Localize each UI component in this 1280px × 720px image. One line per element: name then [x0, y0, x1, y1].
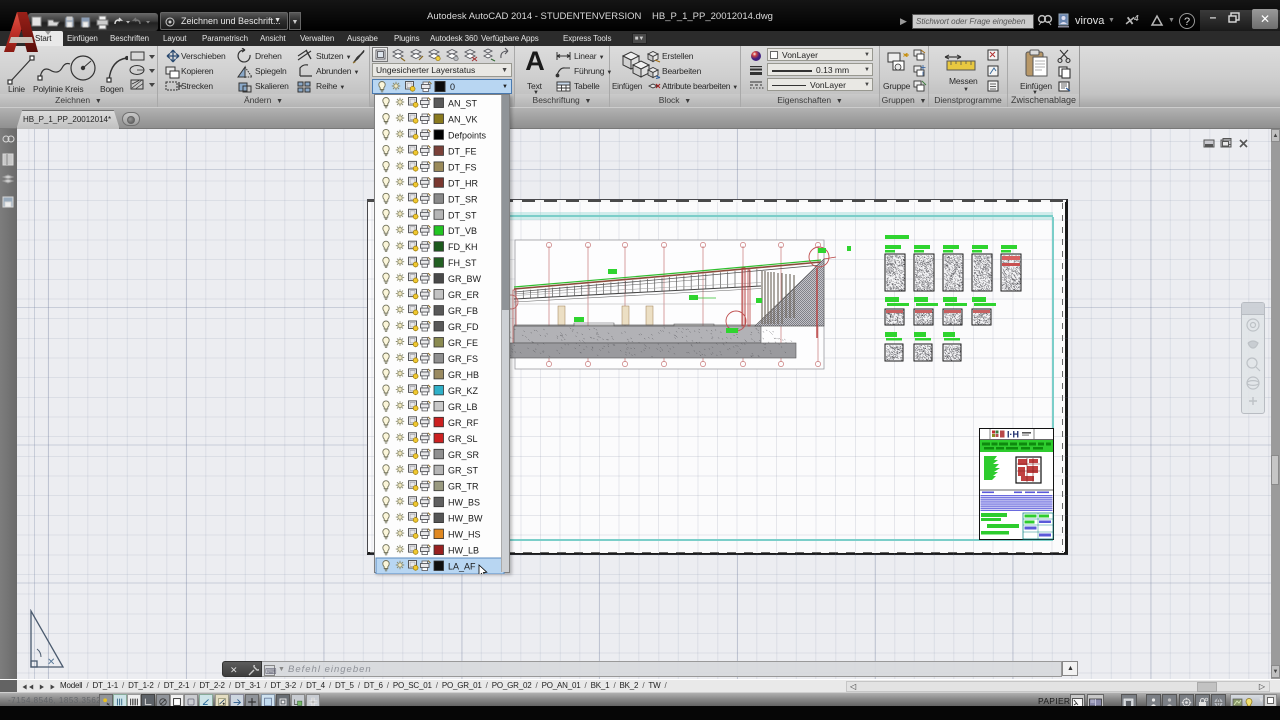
svg-text:GR_TR: GR_TR	[448, 482, 479, 492]
svg-text:DT_FS: DT_FS	[448, 162, 477, 172]
svg-text:GR_SR: GR_SR	[448, 450, 480, 460]
svg-text:GR_ER: GR_ER	[448, 290, 480, 300]
svg-text:GR_HB: GR_HB	[448, 370, 479, 380]
svg-text:GR_RF: GR_RF	[448, 418, 479, 428]
svg-text:GR_FD: GR_FD	[448, 322, 479, 332]
svg-text:GR_KZ: GR_KZ	[448, 386, 479, 396]
svg-text:HW_HS: HW_HS	[448, 530, 481, 540]
svg-text:HW_BW: HW_BW	[448, 514, 483, 524]
svg-text:FH_ST: FH_ST	[448, 258, 477, 268]
svg-text:GR_BW: GR_BW	[448, 274, 482, 284]
svg-text:✕: ✕	[47, 657, 55, 668]
svg-text:AN_VK: AN_VK	[448, 115, 478, 125]
svg-text:DT_VB: DT_VB	[448, 226, 477, 236]
svg-text:0: 0	[450, 82, 455, 92]
svg-text:DT_FE: DT_FE	[448, 146, 477, 156]
svg-text:GR_FB: GR_FB	[448, 306, 478, 316]
svg-text:DT_SR: DT_SR	[448, 194, 478, 204]
svg-text:LA_AF: LA_AF	[448, 562, 476, 572]
svg-text:AN_ST: AN_ST	[448, 99, 478, 109]
svg-text:?: ?	[1184, 16, 1190, 28]
svg-text:FD_KH: FD_KH	[448, 242, 478, 252]
svg-text:HW_LB: HW_LB	[448, 546, 479, 556]
svg-text:DT_HR: DT_HR	[448, 178, 479, 188]
svg-text:HW_BS: HW_BS	[448, 498, 480, 508]
svg-text:DT_ST: DT_ST	[448, 210, 477, 220]
svg-text:GR_SL: GR_SL	[448, 434, 478, 444]
svg-text:I·H: I·H	[1007, 430, 1019, 440]
svg-text:GR_FS: GR_FS	[448, 354, 478, 364]
svg-text:GR_ST: GR_ST	[448, 466, 479, 476]
svg-text:Defpoints: Defpoints	[448, 130, 487, 140]
svg-text:GR_LB: GR_LB	[448, 402, 478, 412]
svg-text:GR_FE: GR_FE	[448, 338, 478, 348]
